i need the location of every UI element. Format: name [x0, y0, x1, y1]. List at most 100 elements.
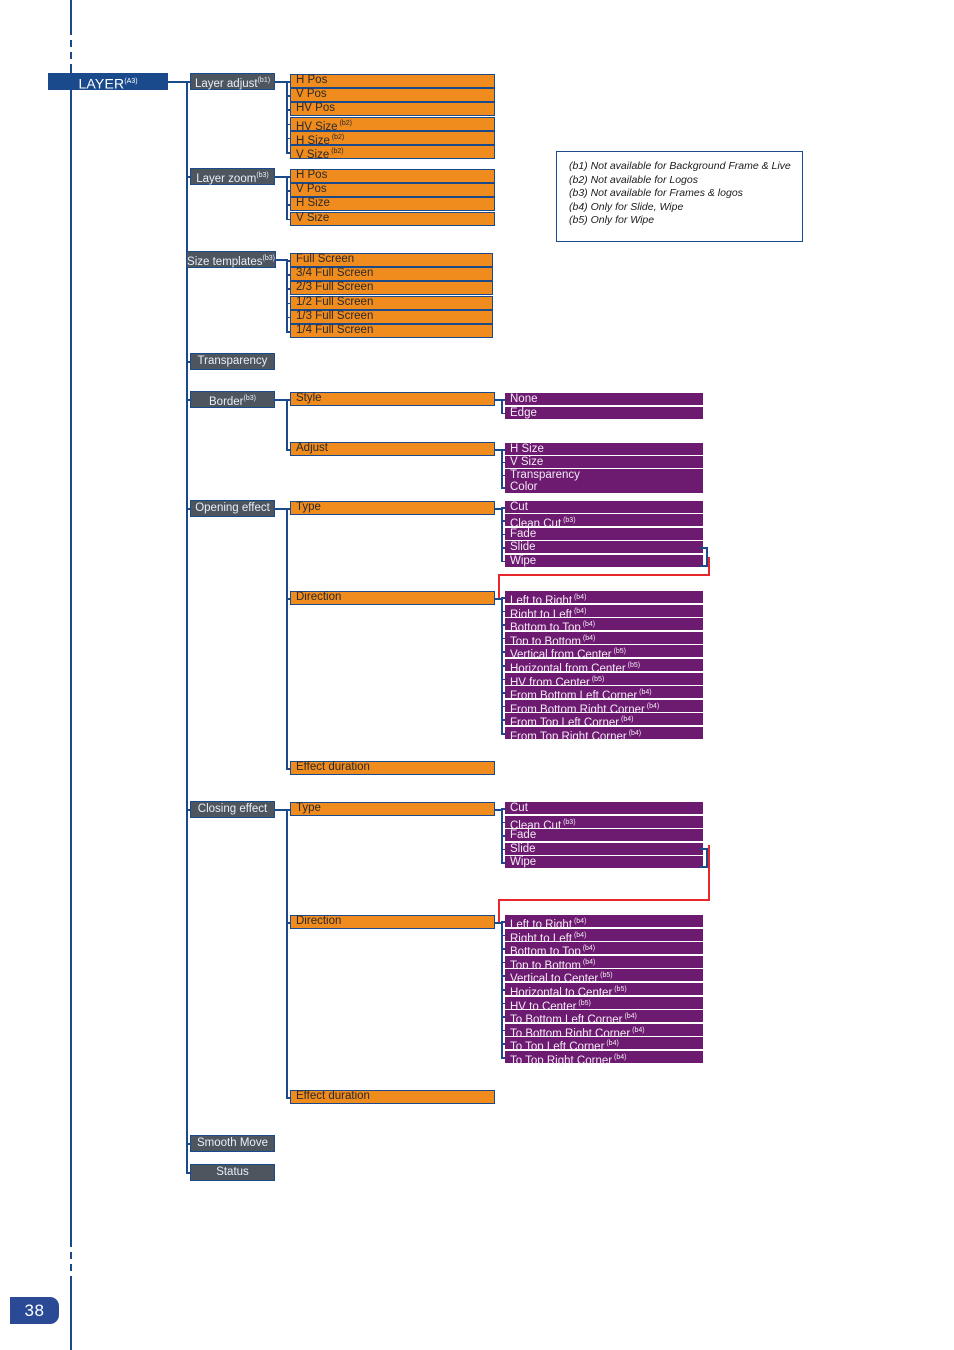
closing-direction-item[interactable]: Top to Bottom (b4) — [505, 955, 703, 972]
opening-direction-item[interactable]: Horizontal from Center (b5) — [505, 659, 703, 675]
opening-type-item-sup: (b3) — [561, 517, 576, 525]
closing-direction-item[interactable]: Vertical to Center (b5) — [505, 969, 703, 985]
closing-direction-item[interactable]: To Bottom Left Corner (b4) — [505, 1010, 703, 1026]
size-templates-child-rail — [286, 259, 288, 331]
opening-direction-item[interactable]: From Top Left Corner (b4) — [505, 713, 703, 729]
opening-direction-item[interactable]: Top to Bottom (b4) — [505, 631, 703, 648]
layer-adjust-item[interactable]: V Size (b2) — [290, 145, 495, 161]
border-adjust-item[interactable]: Transparency — [505, 468, 703, 482]
opening-type-item[interactable]: Clean Cut (b3) — [505, 514, 703, 530]
closing-type-item[interactable]: Wipe — [505, 856, 703, 870]
opening-type-item[interactable]: Cut — [505, 501, 703, 514]
size-templates-item[interactable]: 2/3 Full Screen — [290, 281, 493, 296]
border-adjust-item-label: Transparency — [510, 468, 580, 481]
smooth-move-label: Smooth Move — [197, 1137, 268, 1149]
menu-item-size-templates[interactable]: Size templates(b3) — [186, 251, 276, 268]
closing-direction-item[interactable]: To Bottom Right Corner (b4) — [505, 1023, 703, 1040]
opening-direction-item[interactable]: From Top Right Corner (b4) — [505, 727, 703, 743]
page-number: 38 — [24, 1301, 45, 1320]
opening-direction-item-sup: (b4) — [637, 689, 652, 697]
closing-type-item[interactable]: Fade — [505, 829, 703, 843]
layer-adjust-child-rail — [286, 81, 288, 152]
layer-zoom-item[interactable]: H Size — [290, 197, 495, 212]
layer-zoom-item-label: H Pos — [296, 169, 328, 181]
opening-type-item[interactable]: Slide — [505, 541, 703, 555]
menu-item-layer-adjust[interactable]: Layer adjust(b1) — [190, 73, 275, 90]
border-style-item[interactable]: None — [505, 393, 703, 406]
page-title-label: LAYER — [78, 75, 125, 92]
size-templates-item-label: 2/3 Full Screen — [296, 281, 374, 294]
closing-type-item[interactable]: Slide — [505, 842, 703, 856]
layer-zoom-item[interactable]: V Pos — [290, 183, 495, 198]
size-templates-item[interactable]: 1/3 Full Screen — [290, 309, 493, 324]
menu-item-layer-zoom[interactable]: Layer zoom(b3) — [190, 168, 275, 185]
size-templates-item[interactable]: 1/4 Full Screen — [290, 324, 493, 338]
menu-item-opening-direction[interactable]: Direction — [290, 591, 495, 605]
menu-item-transparency[interactable]: Transparency — [190, 353, 275, 370]
size-templates-item-label: Full Screen — [296, 253, 355, 265]
layer-adjust-item[interactable]: HV Size (b2) — [290, 116, 495, 132]
closing-direction-item[interactable]: To Top Right Corner (b4) — [505, 1051, 703, 1067]
menu-item-smooth-move[interactable]: Smooth Move — [190, 1135, 275, 1152]
layer-adjust-item-label: H Pos — [296, 74, 328, 86]
border-child-rail — [286, 399, 288, 449]
layer-adjust-item-sup: (b2) — [329, 148, 344, 155]
opening-direction-item-sup: (b4) — [619, 716, 634, 724]
closing-direction-item[interactable]: Right to Left (b4) — [505, 928, 703, 944]
menu-item-closing-direction[interactable]: Direction — [290, 915, 495, 929]
menu-item-closing-type[interactable]: Type — [290, 802, 495, 816]
opening-type-item[interactable]: Wipe — [505, 554, 703, 568]
opening-direction-item[interactable]: Bottom to Top (b4) — [505, 618, 703, 634]
size-templates-item-label: 1/4 Full Screen — [296, 324, 374, 336]
closing-type-item[interactable]: Cut — [505, 802, 703, 815]
opening-direction-item[interactable]: Right to Left (b4) — [505, 604, 703, 620]
layer-zoom-item[interactable]: H Pos — [290, 169, 495, 183]
size-templates-item[interactable]: 3/4 Full Screen — [290, 267, 493, 282]
closing-direction-item[interactable]: To Top Left Corner (b4) — [505, 1037, 703, 1053]
border-style-item[interactable]: Edge — [505, 406, 703, 420]
closing-type-item-sup: (b3) — [561, 818, 576, 826]
layer-adjust-item[interactable]: V Pos — [290, 88, 495, 103]
col1-rail — [186, 81, 188, 1172]
opening-direction-item-label: From Top Right Corner — [510, 730, 627, 743]
opening-direction-item[interactable]: HV from Center (b5) — [505, 672, 703, 688]
legend-box: (b1) Not available for Background Frame … — [556, 151, 803, 242]
closing-direction-item-sup: (b4) — [630, 1026, 645, 1034]
border-adjust-item[interactable]: V Size — [505, 455, 703, 469]
opening-direction-item[interactable]: Left to Right (b4) — [505, 591, 703, 607]
menu-item-closing-effect-duration[interactable]: Effect duration — [290, 1090, 495, 1104]
layer-adjust-item[interactable]: H Size (b2) — [290, 130, 495, 146]
spine-bottom-dotted — [70, 1240, 72, 1278]
opening-direction-item[interactable]: From Bottom Left Corner (b4) — [505, 686, 703, 702]
border-sup: (b3) — [243, 395, 256, 402]
layer-adjust-item[interactable]: HV Pos — [290, 102, 495, 117]
menu-item-status[interactable]: Status — [190, 1164, 275, 1181]
opening-direction-item[interactable]: From Bottom Right Corner (b4) — [505, 699, 703, 716]
menu-item-border-adjust[interactable]: Adjust — [290, 442, 495, 456]
size-templates-item[interactable]: 1/2 Full Screen — [290, 295, 493, 310]
closing-red-connector-vertical-left — [498, 899, 500, 923]
opening-direction-item[interactable]: Vertical from Center (b5) — [505, 645, 703, 661]
menu-item-border-style[interactable]: Style — [290, 392, 495, 406]
opening-slide-bracket-arm — [700, 547, 708, 549]
border-adjust-item[interactable]: Color — [505, 481, 703, 495]
menu-item-closing-effect[interactable]: Closing effect — [190, 801, 275, 818]
closing-direction-item[interactable]: Horizontal to Center (b5) — [505, 983, 703, 999]
opening-wipe-bracket-arm — [700, 565, 708, 567]
menu-item-border[interactable]: Border(b3) — [190, 391, 275, 408]
layer-adjust-item[interactable]: H Pos — [290, 74, 495, 88]
border-adjust-item[interactable]: H Size — [505, 443, 703, 456]
menu-item-opening-type[interactable]: Type — [290, 501, 495, 515]
size-templates-item[interactable]: Full Screen — [290, 253, 493, 267]
closing-direction-item[interactable]: HV to Center (b5) — [505, 996, 703, 1012]
opening-type-item[interactable]: Fade — [505, 527, 703, 541]
closing-type-item-label: Cut — [510, 802, 528, 814]
layer-zoom-item-label: V Size — [296, 211, 330, 224]
opening-type-item-label: Wipe — [510, 554, 537, 567]
closing-direction-item[interactable]: Left to Right (b4) — [505, 915, 703, 931]
menu-item-opening-effect-duration[interactable]: Effect duration — [290, 761, 495, 775]
closing-direction-item[interactable]: Bottom to Top (b4) — [505, 942, 703, 958]
layer-zoom-item[interactable]: V Size — [290, 211, 495, 226]
menu-item-opening-effect[interactable]: Opening effect — [190, 500, 275, 517]
closing-type-item[interactable]: Clean Cut (b3) — [505, 815, 703, 831]
